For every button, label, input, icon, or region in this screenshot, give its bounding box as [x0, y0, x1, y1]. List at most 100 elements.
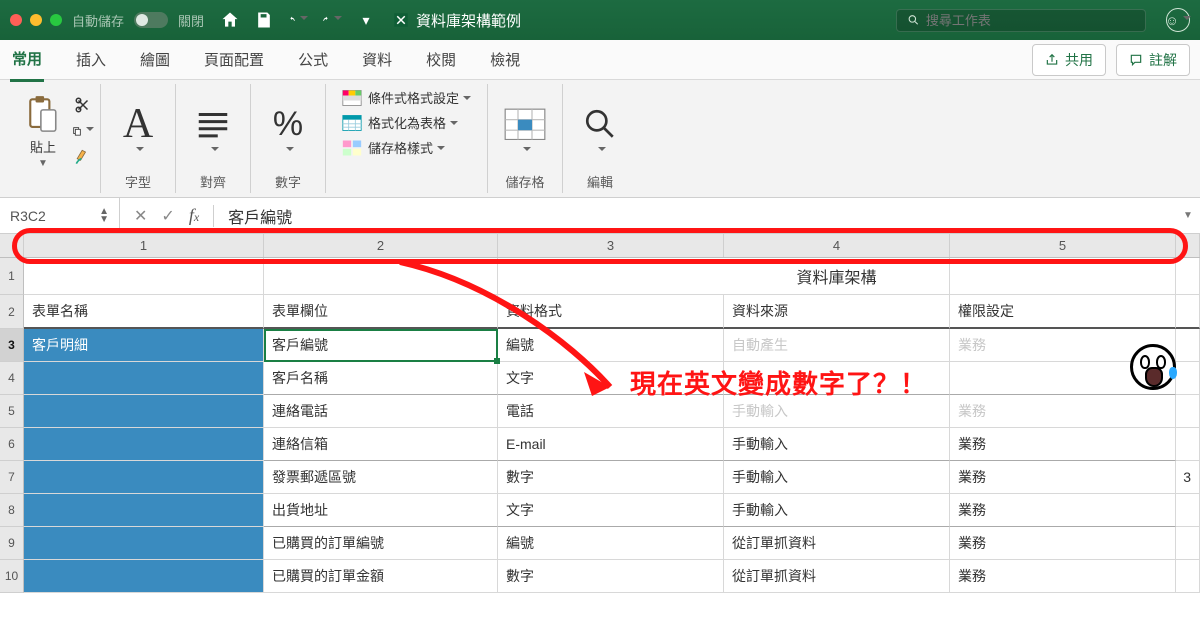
- search-box[interactable]: [896, 9, 1146, 32]
- row-header[interactable]: 6: [0, 428, 24, 461]
- close-window-icon[interactable]: [10, 14, 22, 26]
- cell-styles-button[interactable]: 儲存格樣式: [342, 138, 471, 157]
- table-cell[interactable]: 從訂單抓資料: [724, 527, 950, 560]
- row-header[interactable]: 3: [0, 329, 24, 362]
- header-cell[interactable]: 表單名稱: [24, 295, 264, 329]
- column-headers[interactable]: 1 2 3 4 5: [0, 234, 1200, 258]
- tab-home[interactable]: 常用: [10, 38, 44, 82]
- row-header[interactable]: 1: [0, 258, 24, 295]
- table-cell[interactable]: 客戶明細: [24, 329, 264, 362]
- tab-review[interactable]: 校閱: [424, 39, 458, 80]
- table-cell[interactable]: 編號: [498, 527, 724, 560]
- table-cell[interactable]: 手動輸入: [724, 461, 950, 494]
- name-box[interactable]: R3C2 ▲▼: [0, 198, 120, 233]
- enter-formula-icon[interactable]: ✓: [161, 206, 174, 226]
- table-cell[interactable]: 已購買的訂單金額: [264, 560, 498, 593]
- table-cell[interactable]: 數字: [498, 560, 724, 593]
- table-cell[interactable]: 連絡電話: [264, 395, 498, 428]
- header-cell[interactable]: 資料格式: [498, 295, 724, 329]
- col-header-4[interactable]: 4: [724, 234, 950, 257]
- row-header[interactable]: 4: [0, 362, 24, 395]
- cut-icon[interactable]: [72, 95, 94, 115]
- tab-data[interactable]: 資料: [360, 39, 394, 80]
- table-cell[interactable]: 業務: [950, 494, 1176, 527]
- table-cell[interactable]: [724, 362, 950, 395]
- copy-icon[interactable]: [72, 121, 94, 141]
- save-icon[interactable]: [254, 10, 274, 30]
- header-cell[interactable]: 資料來源: [724, 295, 950, 329]
- table-cell[interactable]: 客戶名稱: [264, 362, 498, 395]
- expand-formula-bar-icon[interactable]: ▼: [1182, 210, 1200, 221]
- table-cell[interactable]: 業務: [950, 527, 1176, 560]
- table-cell[interactable]: 業務: [950, 560, 1176, 593]
- sheet-title-cell[interactable]: [498, 258, 724, 295]
- qat-overflow-icon[interactable]: ▾: [356, 10, 376, 30]
- row-header[interactable]: 8: [0, 494, 24, 527]
- col-header-3[interactable]: 3: [498, 234, 724, 257]
- table-cell[interactable]: 電話: [498, 395, 724, 428]
- conditional-formatting-button[interactable]: 條件式格式設定: [342, 88, 471, 107]
- table-cell[interactable]: 3: [1176, 461, 1200, 494]
- tab-draw[interactable]: 繪圖: [138, 39, 172, 80]
- table-cell[interactable]: 已購買的訂單編號: [264, 527, 498, 560]
- table-cell[interactable]: 發票郵遞區號: [264, 461, 498, 494]
- table-cell[interactable]: 業務: [950, 428, 1176, 461]
- formula-value[interactable]: 客戶編號: [228, 204, 292, 228]
- table-cell[interactable]: 從訂單抓資料: [724, 560, 950, 593]
- table-cell[interactable]: 自動產生: [724, 329, 950, 362]
- account-icon[interactable]: ☺: [1166, 8, 1190, 32]
- window-controls[interactable]: [10, 14, 62, 26]
- home-icon[interactable]: [220, 10, 240, 30]
- table-cell[interactable]: 編號: [498, 329, 724, 362]
- row-header[interactable]: 2: [0, 295, 24, 329]
- row-header[interactable]: 5: [0, 395, 24, 428]
- col-header-1[interactable]: 1: [24, 234, 264, 257]
- editing-dropdown[interactable]: [579, 103, 621, 155]
- row-header[interactable]: 10: [0, 560, 24, 593]
- table-cell[interactable]: 手動輸入: [724, 494, 950, 527]
- name-box-stepper-icon[interactable]: ▲▼: [99, 208, 109, 224]
- table-cell[interactable]: 出貨地址: [264, 494, 498, 527]
- table-cell[interactable]: 手動輸入: [724, 428, 950, 461]
- table-cell[interactable]: 數字: [498, 461, 724, 494]
- table-cell[interactable]: 文字: [498, 362, 724, 395]
- table-cell[interactable]: 文字: [498, 494, 724, 527]
- undo-icon[interactable]: [288, 10, 308, 30]
- table-cell[interactable]: 業務: [950, 395, 1176, 428]
- tab-page-layout[interactable]: 頁面配置: [202, 39, 266, 80]
- row-header[interactable]: 7: [0, 461, 24, 494]
- select-all-corner[interactable]: [0, 234, 24, 257]
- redo-icon[interactable]: [322, 10, 342, 30]
- col-header-5[interactable]: 5: [950, 234, 1176, 257]
- minimize-window-icon[interactable]: [30, 14, 42, 26]
- paste-button[interactable]: 貼上 ▼: [22, 93, 64, 169]
- header-cell[interactable]: [1176, 295, 1200, 329]
- tab-formulas[interactable]: 公式: [296, 39, 330, 80]
- col-header-2[interactable]: 2: [264, 234, 498, 257]
- fx-icon[interactable]: fx: [189, 205, 199, 226]
- header-cell[interactable]: 表單欄位: [264, 295, 498, 329]
- tab-view[interactable]: 檢視: [488, 39, 522, 80]
- format-painter-icon[interactable]: [72, 147, 94, 167]
- table-cell[interactable]: 客戶編號: [264, 329, 498, 362]
- autosave-toggle[interactable]: [134, 12, 168, 28]
- font-dropdown[interactable]: A: [117, 103, 159, 155]
- table-cell[interactable]: E-mail: [498, 428, 724, 461]
- cancel-formula-icon[interactable]: ✕: [134, 206, 147, 226]
- sheet-title-text[interactable]: 資料庫架構: [724, 258, 950, 295]
- format-as-table-button[interactable]: 格式化為表格: [342, 113, 471, 132]
- header-cell[interactable]: 權限設定: [950, 295, 1176, 329]
- table-cell[interactable]: 業務: [950, 461, 1176, 494]
- alignment-dropdown[interactable]: [192, 103, 234, 155]
- row-header[interactable]: 9: [0, 527, 24, 560]
- maximize-window-icon[interactable]: [50, 14, 62, 26]
- table-cell[interactable]: 手動輸入: [724, 395, 950, 428]
- tab-insert[interactable]: 插入: [74, 39, 108, 80]
- number-format-dropdown[interactable]: %: [267, 103, 309, 155]
- cells-dropdown[interactable]: [504, 103, 546, 155]
- col-header-extra[interactable]: [1176, 234, 1200, 257]
- search-input[interactable]: [926, 13, 1135, 28]
- comment-button[interactable]: 註解: [1116, 44, 1190, 76]
- share-button[interactable]: 共用: [1032, 44, 1106, 76]
- table-cell[interactable]: 連絡信箱: [264, 428, 498, 461]
